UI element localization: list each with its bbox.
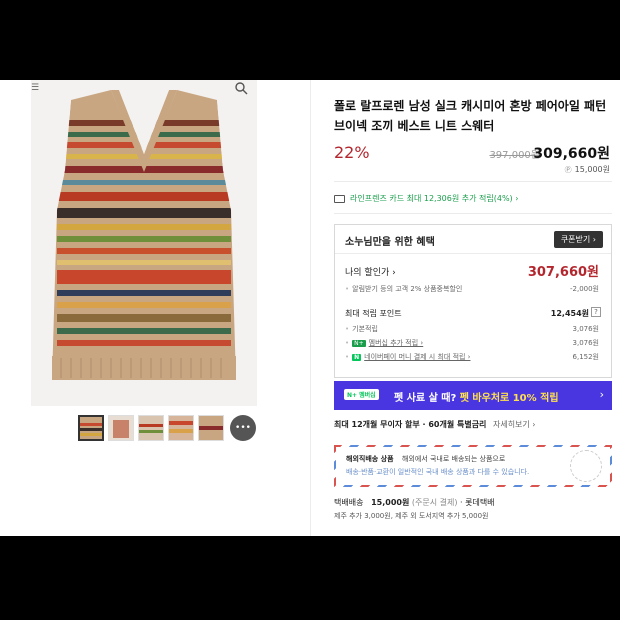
overseas-desc-1: 해외에서 국내로 배송되는 상품으로 xyxy=(402,455,506,463)
points-row-basic: • 기본적립 xyxy=(345,324,378,334)
divider xyxy=(334,213,612,214)
shipping-carrier: · 롯데택배 xyxy=(460,498,495,507)
points-row-value: 6,152원 xyxy=(572,353,599,361)
overseas-desc-2: 배송·반품·교환이 일반적인 국내 배송 상품과 다를 수 있습니다. xyxy=(346,468,530,476)
thumbnail-3[interactable] xyxy=(138,415,164,441)
points-row-label: 네이버페이 머니 결제 시 최대 적립 › xyxy=(364,353,471,361)
menu-icon[interactable]: ☰ xyxy=(31,83,39,93)
product-title: 폴로 랄프로렌 남성 실크 캐시미어 혼방 페어아일 패턴 브이넥 조끼 베스트… xyxy=(334,99,607,133)
sale-price: 309,660원 xyxy=(533,146,610,162)
banner-text-2: 펫 바우처로 10% 적립 xyxy=(459,393,559,404)
points-row-napay[interactable]: • N 네이버페이 머니 결제 시 최대 적립 › xyxy=(345,352,470,362)
points-row-label: 기본적립 xyxy=(352,325,378,333)
discount-rate: 22% xyxy=(334,143,370,162)
notice-inner: 해외직배송 상품 해외에서 국내로 배송되는 상품으로 배송·반품·교환이 일반… xyxy=(336,447,610,485)
pet-voucher-banner[interactable]: N+ 멤버십 펫 사료 살 때? 펫 바우처로 10% 적립 › xyxy=(334,381,612,410)
thumbnail-strip: ••• xyxy=(78,415,256,441)
overseas-shipping-notice: 해외직배송 상품 해외에서 국내로 배송되는 상품으로 배송·반품·교환이 일반… xyxy=(334,445,612,487)
benefit-title: 소누님만을 위한 혜택 xyxy=(345,237,435,248)
bullet-icon: • xyxy=(345,339,350,347)
airmail-stamp-icon xyxy=(570,450,602,482)
card-promo-text: 라인프렌즈 카드 최대 12,306원 추가 적립(4%) › xyxy=(350,194,519,203)
points-value: 15,000원 xyxy=(574,165,610,174)
bullet-icon: • xyxy=(345,353,350,361)
thumbnail-5[interactable] xyxy=(198,415,224,441)
column-divider xyxy=(310,80,311,536)
shipping-row: 택배배송 15,000원 (주문시 결제) · 롯데택배 xyxy=(334,497,495,508)
coupon-button[interactable]: 쿠폰받기 › xyxy=(553,231,603,248)
thumbnail-1[interactable] xyxy=(78,415,104,441)
credit-card-icon xyxy=(334,194,345,203)
max-points-label: 최대 적립 포인트 xyxy=(345,309,402,318)
divider xyxy=(334,181,612,182)
coupon-desc-row: • 알림받기 등의 고객 2% 상품중복할인 xyxy=(345,284,462,294)
help-icon[interactable]: ? xyxy=(591,307,601,317)
product-page: ☰ ••• 폴로 랄프로렌 남성 실크 캐시미어 혼방 페어아일 패턴 브이넥 … xyxy=(0,80,620,536)
coupon-value: -2,000원 xyxy=(569,285,599,293)
coupon-desc: 알림받기 등의 고객 2% 상품중복할인 xyxy=(352,285,463,293)
banner-text: 펫 사료 살 때? 펫 바우처로 10% 적립 xyxy=(394,389,559,404)
card-promo-link[interactable]: 라인프렌즈 카드 최대 12,306원 추가 적립(4%) › xyxy=(334,193,518,204)
installment-info: 최대 12개월 무이자 할부 · 60개월 특별금리 자세히보기 › xyxy=(334,419,536,430)
points-icon: Ⓟ xyxy=(564,165,572,174)
thumbnail-4[interactable] xyxy=(168,415,194,441)
divider xyxy=(335,253,611,254)
my-price-label[interactable]: 나의 할인가 › xyxy=(345,265,396,278)
points-row-membership[interactable]: • N+ 멤버십 추가 적립 › xyxy=(345,338,423,348)
benefit-box: 소누님만을 위한 혜택 쿠폰받기 › 나의 할인가 › 307,660원 • 알… xyxy=(334,224,612,378)
shipping-extra: 제주 추가 3,000원, 제주 외 도서지역 추가 5,000원 xyxy=(334,512,489,520)
overseas-title: 해외직배송 상품 xyxy=(346,455,394,463)
product-image[interactable] xyxy=(31,80,257,406)
my-price-value: 307,660원 xyxy=(527,265,599,280)
shipping-fee: 15,000원 xyxy=(371,498,410,507)
installment-text: 최대 12개월 무이자 할부 · 60개월 특별금리 xyxy=(334,420,487,429)
product-gallery: ☰ ••• xyxy=(0,80,310,536)
points-row-value: 3,076원 xyxy=(572,325,599,333)
installment-detail-link[interactable]: 자세히보기 › xyxy=(493,420,536,429)
more-thumbnails-button[interactable]: ••• xyxy=(230,415,256,441)
bullet-icon: • xyxy=(345,285,350,293)
zoom-icon[interactable] xyxy=(234,80,248,95)
naverpay-badge-icon: N xyxy=(352,353,362,361)
membership-badge-icon: N+ xyxy=(352,339,366,347)
shipping-label: 택배배송 xyxy=(334,498,364,507)
chevron-right-icon: › xyxy=(599,388,604,401)
points-row: Ⓟ 15,000원 xyxy=(565,164,610,175)
thumbnail-2[interactable] xyxy=(108,415,134,441)
points-row-label: 멤버십 추가 적립 › xyxy=(368,339,424,347)
banner-text-1: 펫 사료 살 때? xyxy=(394,393,460,404)
shipping-note: (주문시 결제) xyxy=(411,498,458,507)
membership-badge: N+ 멤버십 xyxy=(344,389,379,400)
bullet-icon: • xyxy=(345,325,350,333)
points-row-value: 3,076원 xyxy=(572,339,599,347)
max-points-value: 12,454원 xyxy=(550,309,589,318)
